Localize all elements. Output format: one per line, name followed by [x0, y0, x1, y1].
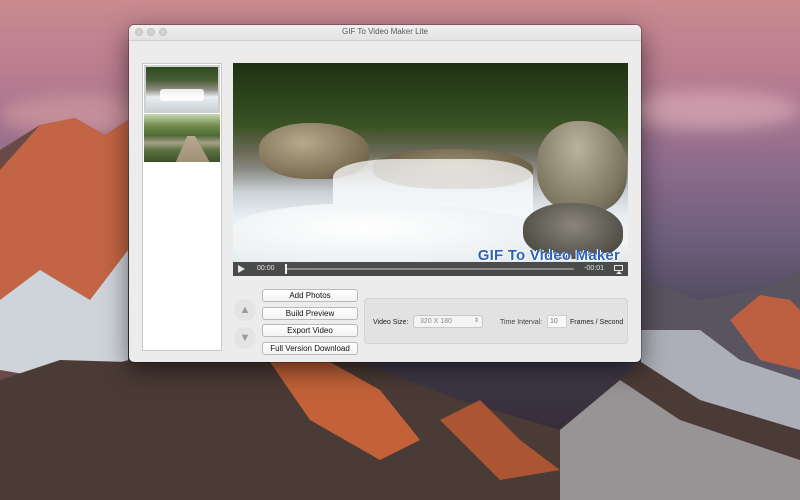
- time-interval-input[interactable]: [547, 315, 567, 328]
- frames-per-second-label: Frames / Second: [570, 319, 624, 326]
- thumbnail-waterfall[interactable]: [144, 65, 220, 113]
- play-icon[interactable]: [238, 265, 245, 273]
- thumbnail-forest-path[interactable]: [144, 114, 220, 162]
- app-window: GIF To Video Maker Lite GIF To Video Mak…: [129, 25, 641, 362]
- scrubber-knob[interactable]: [285, 264, 287, 274]
- full-version-download-button[interactable]: Full Version Download: [262, 342, 358, 355]
- thumbnail-list[interactable]: [142, 63, 222, 351]
- chevron-updown-icon: ⇕: [473, 318, 479, 324]
- build-preview-button[interactable]: Build Preview: [262, 307, 358, 320]
- forest-path-image: [174, 136, 212, 162]
- arrow-up-icon[interactable]: ▲: [234, 299, 256, 321]
- video-size-select[interactable]: 320 X 180 ⇕: [413, 315, 483, 328]
- remaining-time: -00:01: [584, 265, 604, 272]
- export-video-button[interactable]: Export Video: [262, 324, 358, 337]
- video-preview[interactable]: GIF To Video Maker 00:00 -00:01: [233, 63, 628, 276]
- add-photos-button[interactable]: Add Photos: [262, 289, 358, 302]
- waterfall-image: [160, 89, 204, 101]
- current-time: 00:00: [257, 265, 275, 272]
- settings-panel: Video Size: 320 X 180 ⇕ Time Interval: F…: [364, 298, 628, 344]
- title-bar: GIF To Video Maker Lite: [129, 25, 641, 41]
- video-size-label: Video Size:: [373, 319, 409, 326]
- video-scrubber[interactable]: [285, 268, 574, 270]
- window-title: GIF To Video Maker Lite: [342, 27, 428, 36]
- arrow-down-icon[interactable]: ▼: [234, 327, 256, 349]
- video-controls-bar: 00:00 -00:01: [233, 262, 628, 276]
- airplay-icon[interactable]: [614, 265, 623, 274]
- preview-rock: [537, 121, 627, 213]
- time-interval-label: Time Interval:: [500, 319, 543, 326]
- video-size-value: 320 X 180: [420, 318, 452, 325]
